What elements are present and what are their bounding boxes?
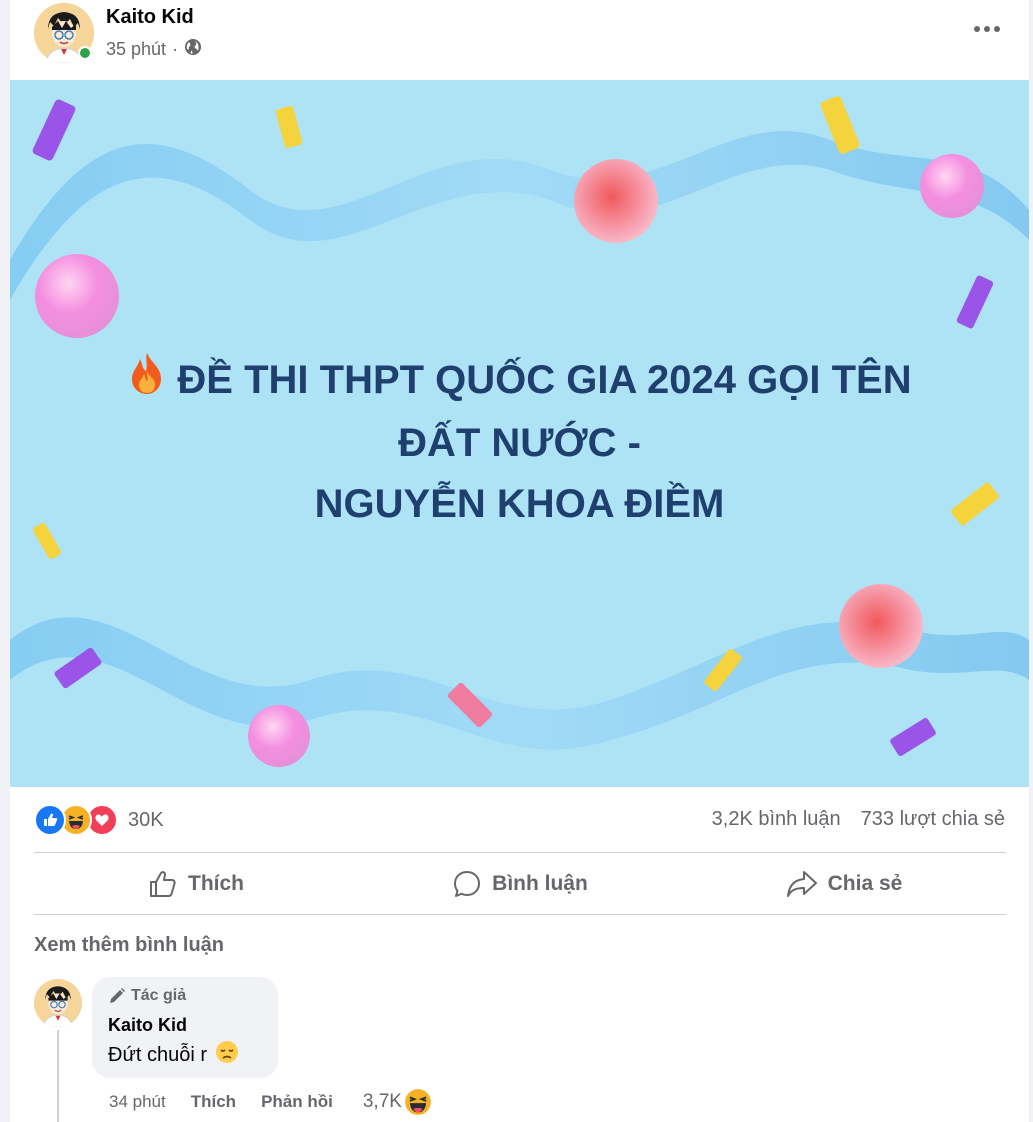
- post-time[interactable]: 35 phút: [106, 39, 166, 60]
- comment-count[interactable]: 3,2K bình luận: [712, 808, 841, 831]
- view-more-comments-link[interactable]: Xem thêm bình luận: [34, 934, 224, 957]
- reaction-count[interactable]: 30K: [128, 809, 164, 832]
- comment-reaction-summary[interactable]: 3,7K: [363, 1088, 432, 1116]
- comment-thread-line: [57, 1030, 59, 1122]
- comment-text: Đứt chuỗi r: [108, 1040, 239, 1070]
- comment-bubble: Tác giả Kaito Kid Đứt chuỗi r: [92, 977, 278, 1078]
- divider-top: [34, 852, 1006, 853]
- comment-time[interactable]: 34 phút: [109, 1092, 166, 1112]
- comment-bubble-icon: [454, 871, 481, 897]
- share-button[interactable]: Chia sẻ: [682, 856, 1006, 912]
- post-image[interactable]: ĐỀ THI THPT QUỐC GIA 2024 GỌI TÊN ĐẤT NƯ…: [10, 80, 1029, 787]
- online-status-dot: [78, 46, 92, 60]
- image-title-line-1: ĐỀ THI THPT QUỐC GIA 2024 GỌI TÊN: [10, 350, 1029, 413]
- commenter-name[interactable]: Kaito Kid: [108, 1015, 187, 1036]
- comment-button[interactable]: Bình luận: [358, 856, 682, 912]
- pencil-icon: [110, 988, 125, 1003]
- author-badge: Tác giả: [108, 987, 186, 1005]
- more-options-button[interactable]: [969, 14, 1005, 44]
- commenter-avatar[interactable]: [34, 979, 82, 1027]
- divider-bottom: [34, 914, 1006, 915]
- post-author-name[interactable]: Kaito Kid: [106, 6, 194, 29]
- post-card: Kaito Kid 35 phút · ĐỀ THI THPT QUỐC GIA…: [10, 0, 1029, 1122]
- post-actions: Thích Bình luận Chia sẻ: [34, 856, 1006, 912]
- engagement-counts: 3,2K bình luận 733 lượt chia sẻ: [712, 808, 1005, 831]
- reaction-summary[interactable]: 30K: [34, 804, 164, 836]
- share-arrow-icon: [786, 871, 817, 897]
- share-count[interactable]: 733 lượt chia sẻ: [861, 808, 1005, 831]
- post-meta: 35 phút ·: [106, 38, 202, 61]
- share-button-label: Chia sẻ: [827, 872, 903, 895]
- image-title: ĐỀ THI THPT QUỐC GIA 2024 GỌI TÊN ĐẤT NƯ…: [10, 350, 1029, 535]
- like-icon: [34, 804, 66, 836]
- comment-button-label: Bình luận: [492, 872, 588, 895]
- meta-separator: ·: [172, 39, 179, 59]
- author-badge-label: Tác giả: [131, 987, 187, 1004]
- comment-body: Đứt chuỗi r: [108, 1043, 207, 1066]
- comment-actions: 34 phút Thích Phản hồi 3,7K: [109, 1088, 432, 1116]
- like-button-label: Thích: [188, 872, 244, 895]
- globe-icon: [184, 38, 202, 61]
- image-title-line-2: ĐẤT NƯỚC -: [398, 421, 641, 466]
- comment-reply-button[interactable]: Phản hồi: [261, 1092, 333, 1112]
- image-title-line-3: NGUYỄN KHOA ĐIỀM: [314, 482, 725, 527]
- fire-icon: [127, 351, 167, 413]
- like-button[interactable]: Thích: [34, 856, 358, 912]
- ellipsis-icon: [974, 26, 1000, 32]
- comment-like-button[interactable]: Thích: [191, 1092, 236, 1112]
- thumbs-up-icon: [150, 871, 176, 897]
- image-title-text-1: ĐỀ THI THPT QUỐC GIA 2024 GỌI TÊN: [177, 358, 912, 402]
- comment-reaction-count: 3,7K: [362, 1091, 402, 1112]
- disappointed-emoji-icon: [215, 1040, 239, 1070]
- haha-icon: [403, 1088, 432, 1116]
